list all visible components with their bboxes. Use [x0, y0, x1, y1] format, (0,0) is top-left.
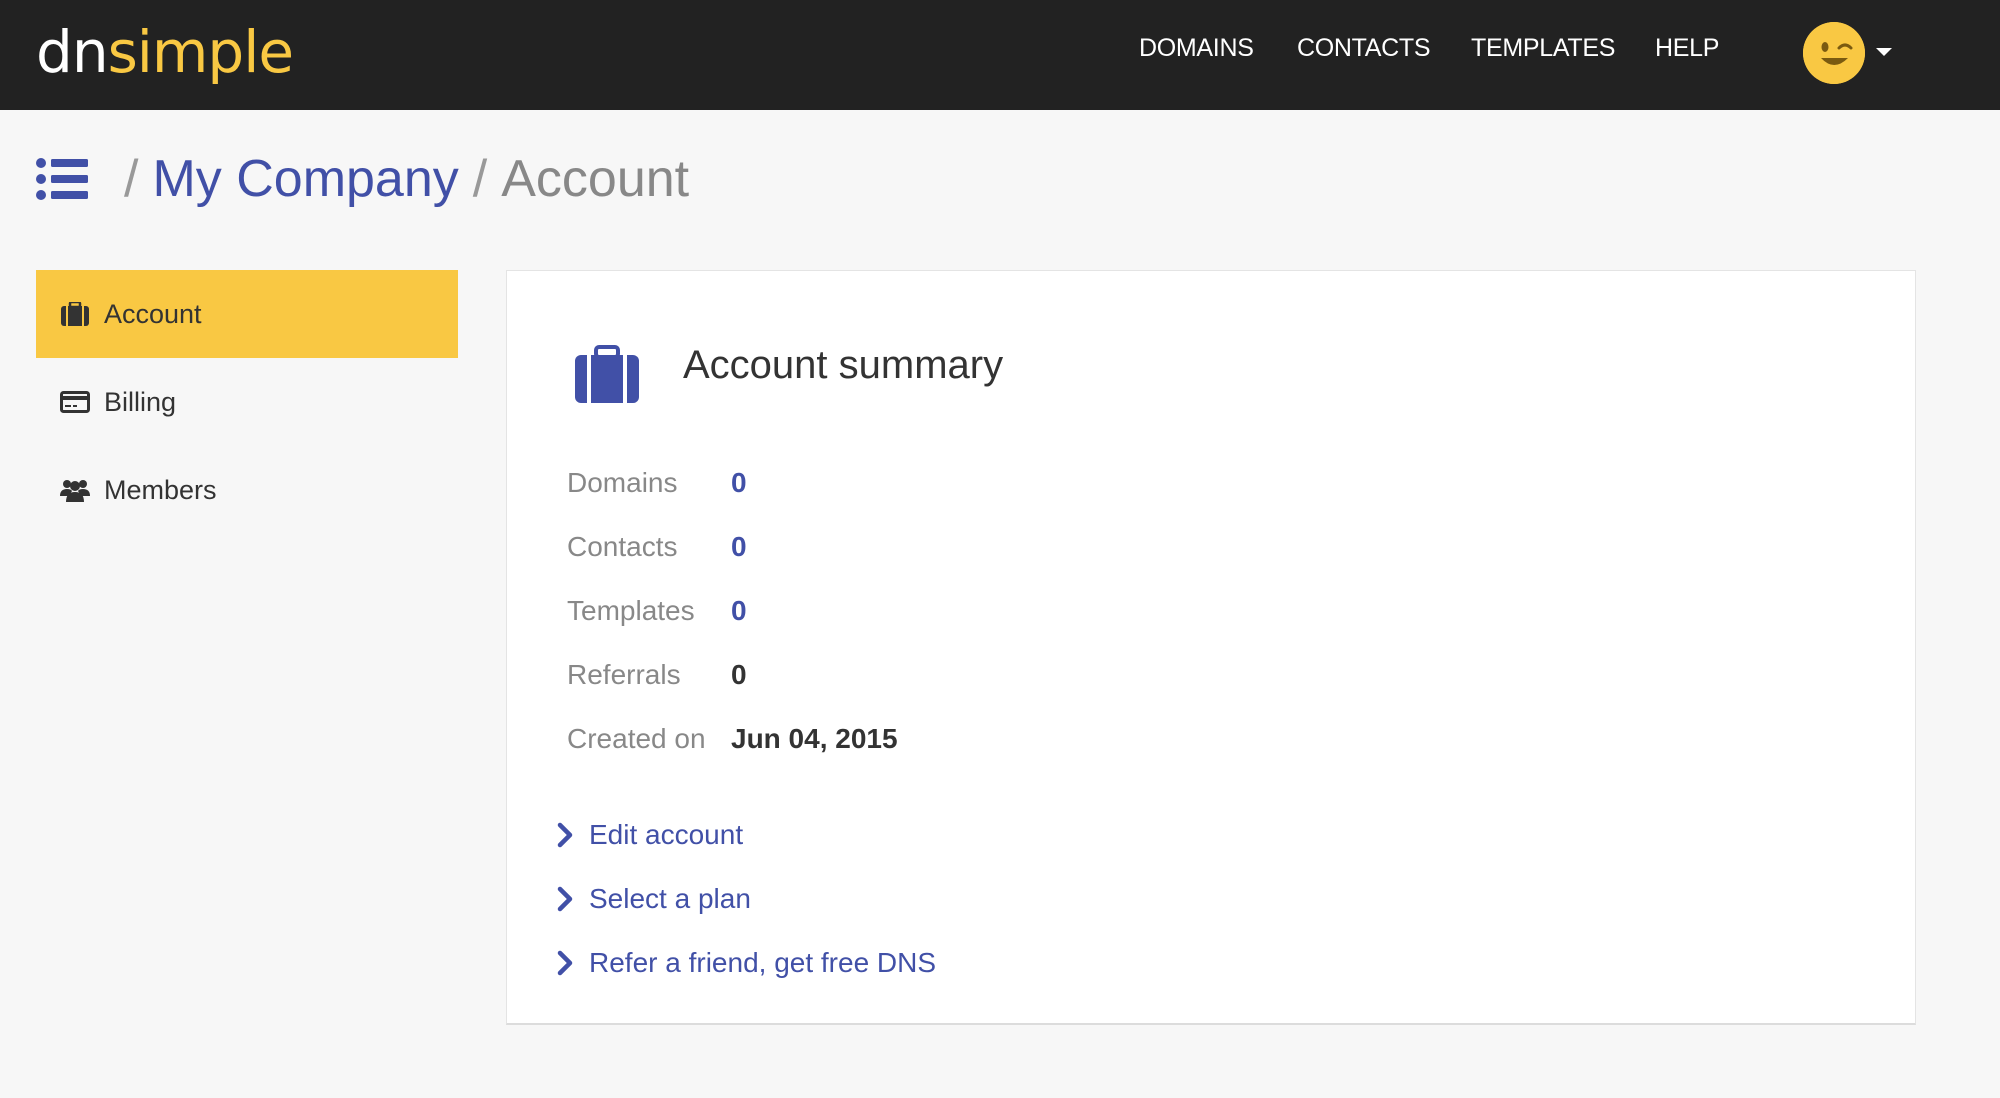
logo-text-dn: dn	[36, 18, 109, 86]
select-plan-link[interactable]: Select a plan	[555, 867, 936, 931]
user-avatar[interactable]	[1803, 22, 1865, 84]
sidebar-item-account[interactable]: Account	[36, 270, 458, 358]
user-menu-dropdown-caret[interactable]	[1876, 48, 1892, 56]
briefcase-icon	[60, 299, 90, 329]
templates-count-link[interactable]: 0	[731, 595, 747, 627]
briefcase-icon	[575, 345, 639, 403]
account-summary-title: Account summary	[683, 343, 1004, 387]
breadcrumb: / My Company / Account	[36, 144, 689, 214]
breadcrumb-current-page: Account	[501, 150, 690, 208]
stat-row-templates: Templates 0	[567, 579, 898, 643]
refer-friend-link[interactable]: Refer a friend, get free DNS	[555, 931, 936, 995]
nav-help-link[interactable]: HELP	[1655, 34, 1719, 63]
stat-label: Contacts	[567, 531, 678, 562]
nav-templates-link[interactable]: TEMPLATES	[1471, 34, 1615, 63]
account-summary-panel: Account summary Domains 0 Contacts 0 Tem…	[506, 270, 1916, 1025]
stat-label: Domains	[567, 467, 678, 498]
stat-row-created-on: Created on Jun 04, 2015	[567, 707, 898, 771]
edit-account-link[interactable]: Edit account	[555, 803, 936, 867]
chevron-right-icon	[557, 950, 573, 976]
contacts-count-link[interactable]: 0	[731, 531, 747, 563]
winking-face-icon	[1803, 22, 1865, 84]
sidebar-item-label: Account	[104, 298, 202, 329]
stat-label: Referrals	[567, 659, 681, 690]
breadcrumb-separator: /	[472, 150, 488, 208]
credit-card-icon	[60, 387, 90, 417]
list-icon[interactable]	[36, 158, 88, 200]
action-label: Select a plan	[589, 883, 751, 914]
sidebar-item-members[interactable]: Members	[36, 446, 458, 534]
logo-text-simple: simple	[107, 18, 294, 86]
users-icon	[60, 475, 90, 505]
nav-contacts-link[interactable]: CONTACTS	[1297, 34, 1431, 63]
account-actions-list: Edit account Select a plan Refer a frien…	[555, 803, 936, 995]
sidebar-item-label: Members	[104, 474, 217, 505]
sidebar-item-label: Billing	[104, 386, 177, 417]
action-label: Edit account	[589, 819, 744, 850]
nav-domains-link[interactable]: DOMAINS	[1139, 34, 1254, 63]
breadcrumb-company-link[interactable]: My Company	[152, 149, 458, 209]
domains-count-link[interactable]: 0	[731, 467, 747, 499]
chevron-right-icon	[557, 822, 573, 848]
breadcrumb-separator: /	[124, 150, 139, 208]
referrals-count: 0	[731, 659, 747, 690]
created-on-date: Jun 04, 2015	[731, 723, 898, 754]
stat-label: Templates	[567, 595, 695, 626]
top-navbar: dnsimple DOMAINS CONTACTS TEMPLATES HELP	[0, 0, 2000, 110]
action-label: Refer a friend, get free DNS	[589, 947, 937, 978]
account-sidebar: Account Billing Members	[36, 270, 458, 534]
account-stats-list: Domains 0 Contacts 0 Templates 0 Referra…	[567, 451, 898, 771]
sidebar-item-billing[interactable]: Billing	[36, 358, 458, 446]
stat-row-domains: Domains 0	[567, 451, 898, 515]
stat-label: Created on	[567, 723, 706, 754]
chevron-right-icon	[557, 886, 573, 912]
dnsimple-logo[interactable]: dnsimple	[36, 12, 294, 92]
stat-row-referrals: Referrals 0	[567, 643, 898, 707]
stat-row-contacts: Contacts 0	[567, 515, 898, 579]
